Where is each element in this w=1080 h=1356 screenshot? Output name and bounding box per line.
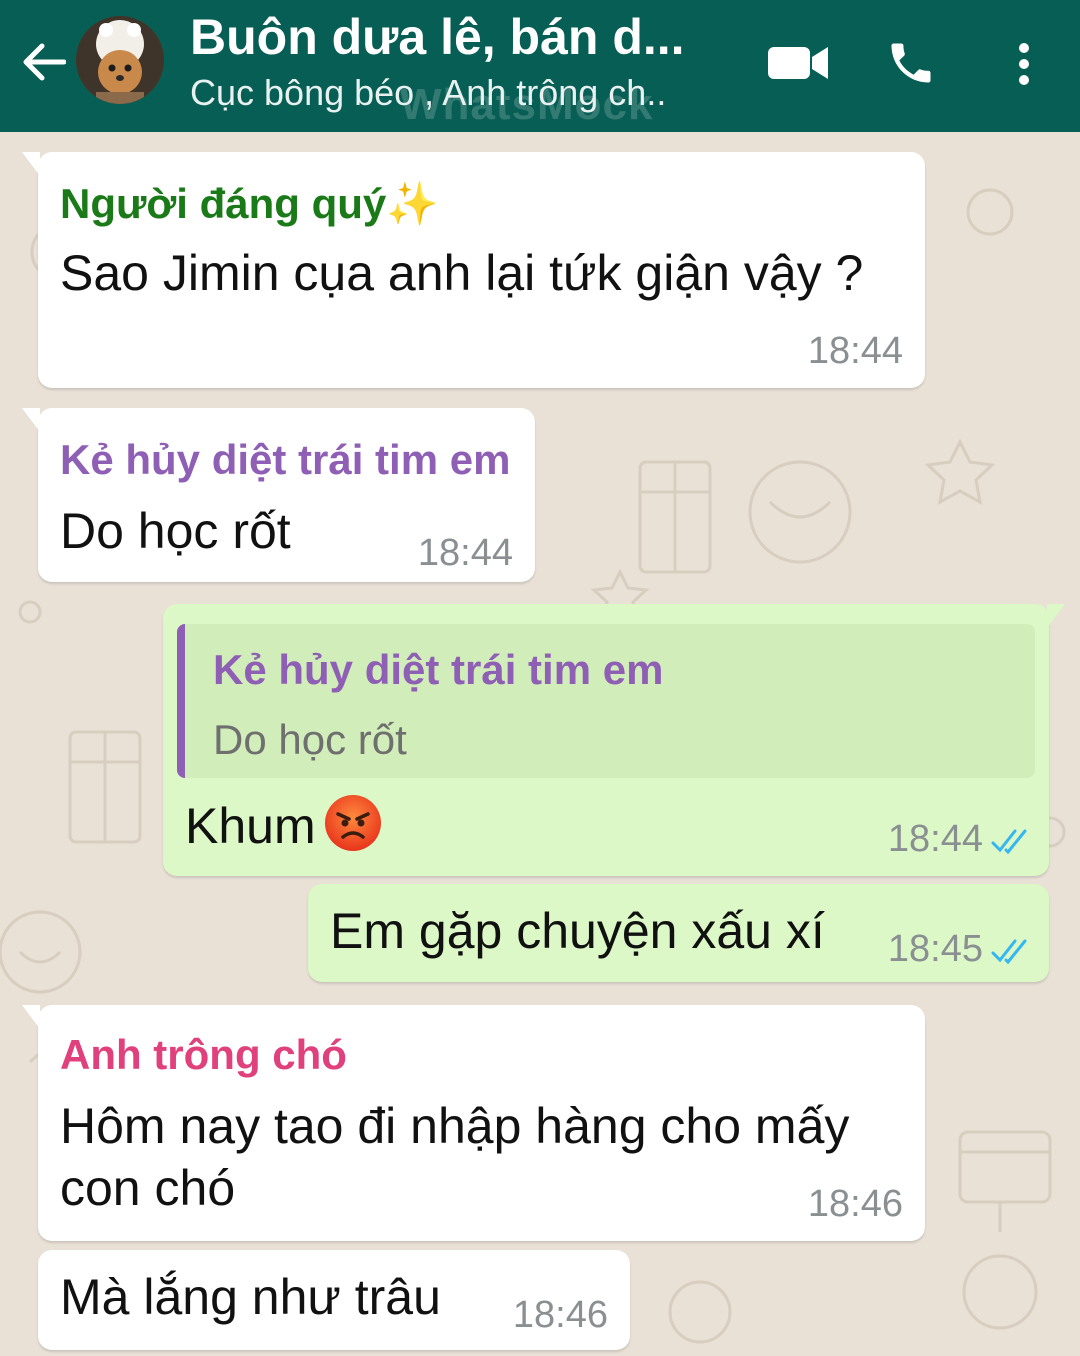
quoted-text: Do học rốt — [213, 716, 407, 763]
message-bubble-outgoing[interactable]: Kẻ hủy diệt trái tim em Do học rốt Khum … — [163, 604, 1065, 876]
message-text-line: Hôm nay tao đi nhập hàng cho mấy — [60, 1098, 850, 1154]
angry-face-icon — [324, 794, 382, 866]
message-text: Mà lắng như trâu — [60, 1269, 441, 1325]
message-time: 18:46 — [512, 1294, 608, 1336]
message-text: Em gặp chuyện xấu xí — [330, 903, 825, 959]
dog-avatar-image — [76, 16, 164, 104]
message-time: 18:45 — [887, 928, 983, 970]
chat-header: Buôn dưa lê, bán d... WhatsMock Cục bông… — [0, 0, 1080, 132]
message-time: 18:44 — [807, 330, 903, 372]
more-options-button[interactable] — [1000, 36, 1048, 92]
message-text-line: con chó — [60, 1160, 236, 1216]
message-sender[interactable]: Người đáng quý✨ — [60, 180, 439, 229]
bubble-tail — [22, 1005, 40, 1029]
message-bubble-incoming[interactable]: Anh trông chó Hôm nay tao đi nhập hàng c… — [22, 1005, 925, 1241]
voice-call-button[interactable] — [880, 32, 942, 94]
message-bubble-incoming[interactable]: Mà lắng như trâu 18:46 — [38, 1250, 630, 1350]
message-time: 18:44 — [887, 818, 983, 860]
more-vertical-icon — [1019, 43, 1029, 85]
message-time: 18:46 — [807, 1183, 903, 1225]
message-bubble-incoming[interactable]: Kẻ hủy diệt trái tim em Do học rốt 18:44 — [22, 408, 535, 582]
message-content: Khum — [185, 794, 382, 866]
bubble-tail — [22, 152, 40, 176]
double-check-read-icon — [991, 939, 1027, 965]
video-camera-icon — [768, 47, 828, 79]
message-text: Khum — [185, 798, 316, 855]
chat-participants[interactable]: Cục bông béo , Anh trông ch.. — [190, 72, 666, 114]
message-text: Do học rốt — [60, 503, 291, 559]
bubble-tail — [22, 408, 40, 432]
message-text: Sao Jimin cụa anh lại tứk giận vậy ? — [60, 245, 864, 301]
message-bubble-outgoing[interactable]: Em gặp chuyện xấu xí 18:45 — [308, 884, 1049, 982]
group-avatar[interactable] — [76, 16, 164, 104]
video-call-button[interactable] — [764, 38, 832, 88]
message-time: 18:44 — [417, 532, 513, 574]
message-bubble-incoming[interactable]: Người đáng quý✨ Sao Jimin cụa anh lại tứ… — [22, 152, 925, 388]
quoted-sender: Kẻ hủy diệt trái tim em — [213, 646, 664, 693]
quoted-message[interactable]: Kẻ hủy diệt trái tim em Do học rốt — [177, 624, 1035, 778]
quote-bar — [177, 624, 185, 778]
message-sender[interactable]: Anh trông chó — [60, 1031, 347, 1079]
double-check-read-icon — [991, 829, 1027, 855]
phone-icon — [891, 43, 931, 83]
message-sender[interactable]: Kẻ hủy diệt trái tim em — [60, 436, 510, 484]
arrow-left-icon — [23, 43, 66, 81]
back-button[interactable] — [18, 34, 70, 90]
bubble-tail — [1047, 604, 1065, 628]
chat-title[interactable]: Buôn dưa lê, bán d... — [190, 8, 685, 66]
